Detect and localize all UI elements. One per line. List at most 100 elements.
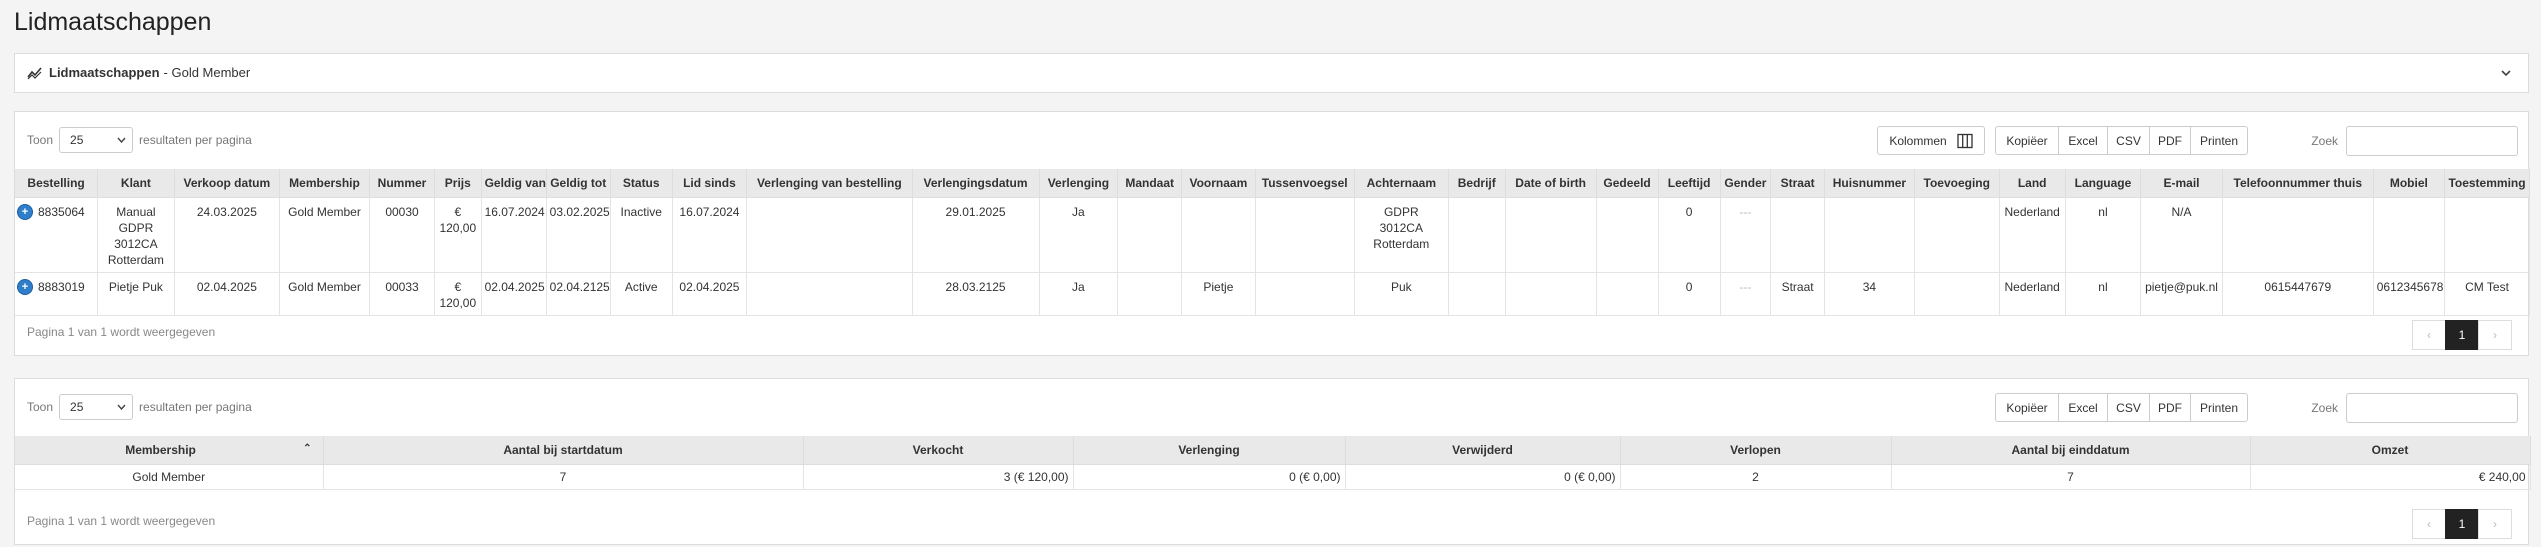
- plus-circle-icon[interactable]: +: [18, 205, 32, 220]
- header-nummer[interactable]: Nummer: [369, 169, 436, 198]
- table-cell: Manual GDPR 3012CA Rotterdam: [97, 197, 175, 273]
- header-mobiel[interactable]: Mobiel: [2373, 169, 2446, 198]
- header-mandaat[interactable]: Mandaat: [1117, 169, 1183, 198]
- table-cell: 0 (€ 0,00): [1345, 464, 1621, 490]
- table-cell: GDPR 3012CA Rotterdam: [1354, 197, 1449, 273]
- header-leeftijd[interactable]: Leeftijd: [1658, 169, 1721, 198]
- header-voornaam[interactable]: Voornaam: [1181, 169, 1256, 198]
- header-huisnummer[interactable]: Huisnummer: [1824, 169, 1915, 198]
- chevron-down-icon: [117, 137, 126, 143]
- chevron-down-icon[interactable]: [2500, 67, 2512, 79]
- page-length-value: 25: [70, 133, 84, 147]
- plus-circle-icon[interactable]: +: [18, 280, 32, 295]
- print-button[interactable]: Printen: [2190, 126, 2248, 155]
- print-button[interactable]: Printen: [2190, 393, 2248, 422]
- table-cell: € 120,00: [434, 272, 482, 316]
- header-tussenvoegsel[interactable]: Tussenvoegsel: [1255, 169, 1355, 198]
- header-geldig-tot[interactable]: Geldig tot: [546, 169, 611, 198]
- excel-button[interactable]: Excel: [2058, 393, 2108, 422]
- table-cell: 0: [1658, 197, 1721, 273]
- pagination-next[interactable]: ›: [2478, 509, 2512, 539]
- header-toestemming[interactable]: Toestemming: [2444, 169, 2530, 198]
- pdf-button[interactable]: PDF: [2149, 393, 2191, 422]
- page-length-select[interactable]: 25: [59, 127, 134, 153]
- table-cell: [746, 197, 913, 273]
- table-cell: Nederland: [1999, 272, 2066, 316]
- table-cell: 0615447679: [2222, 272, 2374, 316]
- header-date-of-birth[interactable]: Date of birth: [1505, 169, 1597, 198]
- breadcrumb-panel[interactable]: Lidmaatschappen - Gold Member: [14, 53, 2529, 93]
- copy-button[interactable]: Kopiëer: [1995, 393, 2059, 422]
- header-telefoonnummer-thuis[interactable]: Telefoonnummer thuis: [2222, 169, 2374, 198]
- columns-button[interactable]: Kolommen: [1877, 126, 1985, 155]
- header-verkocht[interactable]: Verkocht: [803, 436, 1074, 465]
- pagination-page[interactable]: 1: [2445, 509, 2479, 539]
- header-membership[interactable]: Membership ⌃: [15, 436, 324, 465]
- header-lid-sinds[interactable]: Lid sinds: [672, 169, 748, 198]
- table-cell: 16.07.2024: [672, 197, 748, 273]
- table-cell: 16.07.2024: [481, 197, 547, 273]
- per-page-label: resultaten per pagina: [139, 133, 252, 147]
- header-gender[interactable]: Gender: [1720, 169, 1772, 198]
- header-language[interactable]: Language: [2065, 169, 2142, 198]
- table-cell: Gold Member: [279, 272, 370, 316]
- header-prijs[interactable]: Prijs: [434, 169, 482, 198]
- pagination-prev[interactable]: ‹: [2412, 320, 2446, 350]
- table-cell: 02.04.2025: [481, 272, 547, 316]
- pagination-page[interactable]: 1: [2445, 320, 2479, 350]
- search-input[interactable]: [2346, 126, 2518, 156]
- header-status[interactable]: Status: [610, 169, 673, 198]
- header-gedeeld[interactable]: Gedeeld: [1596, 169, 1659, 198]
- header-aantal-bij-startdatum[interactable]: Aantal bij startdatum: [323, 436, 804, 465]
- table-cell: Puk: [1354, 272, 1449, 316]
- header-verlenging-van-bestelling[interactable]: Verlenging van bestelling: [746, 169, 913, 198]
- page-title: Lidmaatschappen: [14, 8, 212, 36]
- table-row[interactable]: +8835064 Manual GDPR 3012CA Rotterdam 24.0…: [15, 197, 2530, 273]
- table-row[interactable]: +8883019 Pietje Puk 02.04.2025 Gold Member 0…: [15, 272, 2530, 316]
- header-membership[interactable]: Membership: [279, 169, 370, 198]
- header-bedrijf[interactable]: Bedrijf: [1448, 169, 1506, 198]
- pagination-prev[interactable]: ‹: [2412, 509, 2446, 539]
- csv-button[interactable]: CSV: [2107, 393, 2150, 422]
- header-verlenging[interactable]: Verlenging: [1073, 436, 1346, 465]
- table-row[interactable]: Gold Member 7 3 (€ 120,00) 0 (€ 0,00) 0 (€ 0…: [15, 464, 2531, 490]
- page-length-select[interactable]: 25: [59, 394, 134, 420]
- per-page-label: resultaten per pagina: [139, 400, 252, 414]
- table-cell: Gold Member: [279, 197, 370, 273]
- search-input[interactable]: [2346, 393, 2518, 423]
- copy-button[interactable]: Kopiëer: [1995, 126, 2059, 155]
- table-cell: [1117, 272, 1183, 316]
- header-achternaam[interactable]: Achternaam: [1354, 169, 1449, 198]
- header-verlopen[interactable]: Verlopen: [1620, 436, 1892, 465]
- excel-button[interactable]: Excel: [2058, 126, 2108, 155]
- table-cell: [1255, 272, 1355, 316]
- table-cell: Ja: [1039, 197, 1119, 273]
- table-cell: +8883019: [15, 272, 99, 316]
- header-straat[interactable]: Straat: [1770, 169, 1825, 198]
- table-cell: 02.04.2025: [174, 272, 281, 316]
- header-bestelling[interactable]: Bestelling: [15, 169, 99, 198]
- table-cell: 03.02.2025: [546, 197, 611, 273]
- header-aantal-bij-einddatum[interactable]: Aantal bij einddatum: [1891, 436, 2251, 465]
- pagination-next[interactable]: ›: [2478, 320, 2512, 350]
- header-verkoop-datum[interactable]: Verkoop datum: [174, 169, 281, 198]
- header-verlenging[interactable]: Verlenging: [1039, 169, 1119, 198]
- table-cell: [1505, 197, 1597, 273]
- header-email[interactable]: E-mail: [2140, 169, 2223, 198]
- search-label: Zoek: [2311, 401, 2338, 415]
- header-land[interactable]: Land: [1999, 169, 2066, 198]
- header-verlengingsdatum[interactable]: Verlengingsdatum: [912, 169, 1040, 198]
- header-toevoeging[interactable]: Toevoeging: [1914, 169, 2000, 198]
- csv-button[interactable]: CSV: [2107, 126, 2150, 155]
- table-cell: Gold Member: [15, 464, 324, 490]
- table-cell: € 120,00: [434, 197, 482, 273]
- header-klant[interactable]: Klant: [97, 169, 175, 198]
- table-cell: 34: [1824, 272, 1915, 316]
- header-geldig-van[interactable]: Geldig van: [481, 169, 547, 198]
- table-cell: 0612345678: [2373, 272, 2446, 316]
- header-omzet[interactable]: Omzet: [2250, 436, 2531, 465]
- table-cell: [1914, 272, 2000, 316]
- header-verwijderd[interactable]: Verwijderd: [1345, 436, 1621, 465]
- table-cell: 24.03.2025: [174, 197, 281, 273]
- pdf-button[interactable]: PDF: [2149, 126, 2191, 155]
